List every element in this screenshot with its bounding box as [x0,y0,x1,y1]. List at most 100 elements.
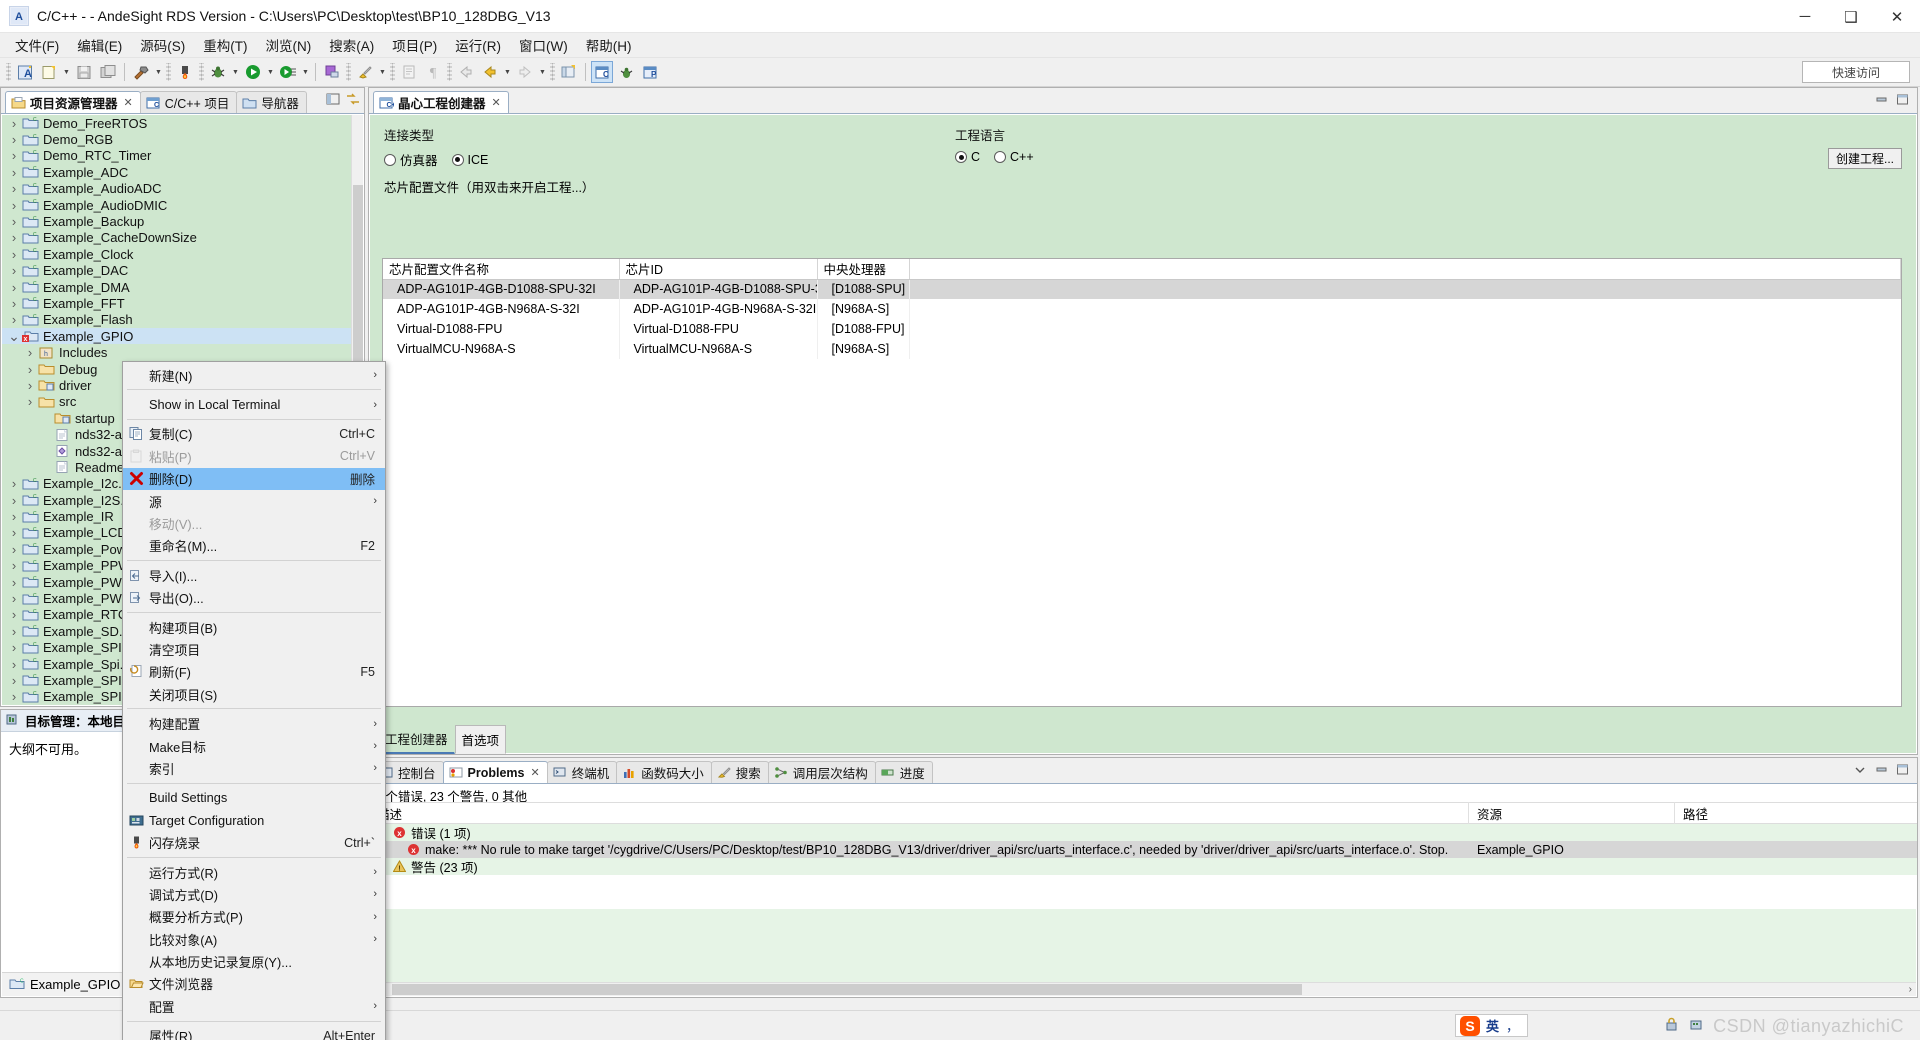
chevron-right-icon[interactable]: › [6,165,22,180]
back-history-icon[interactable] [455,61,477,83]
problems-group-row[interactable]: ⌄x错误 (1 项) [369,824,1917,841]
context-menu-item[interactable]: 关闭项目(S) [123,683,385,705]
close-icon[interactable]: ✕ [492,96,501,109]
context-menu-item[interactable]: 新建(N) › [123,364,385,386]
tab-cpp-projects[interactable]: C C/C++ 项目 [139,91,238,113]
context-menu-item[interactable]: 比较对象(A) › [123,928,385,950]
chevron-right-icon[interactable]: › [6,542,22,557]
bottom-tab-project-creator[interactable]: 工程创建器 [378,724,455,754]
quick-access-field[interactable]: 快速访问 [1802,61,1910,83]
chevron-right-icon[interactable]: › [6,214,22,229]
ime-mode-label[interactable]: 英 [1486,1016,1499,1035]
context-menu-item[interactable]: 导出(O)... [123,587,385,609]
context-menu-item[interactable]: 构建配置 › [123,712,385,734]
context-menu-item[interactable]: 从本地历史记录复原(Y)... [123,950,385,972]
chevron-right-icon[interactable]: › [6,230,22,245]
perspective-profiling-icon[interactable]: P [639,61,661,83]
chevron-right-icon[interactable]: › [6,198,22,213]
editor-minimize-icon[interactable] [1875,93,1888,109]
col-header-cpu[interactable]: 中央处理器 [817,259,910,280]
radio-language-c[interactable]: C [955,150,980,164]
menu-source[interactable]: 源码(S) [131,32,194,58]
tree-item[interactable]: › C Example_Clock [2,246,351,262]
chevron-right-icon[interactable]: › [6,116,22,131]
chevron-right-icon[interactable]: › [6,296,22,311]
chevron-right-icon[interactable]: › [6,181,22,196]
chevron-right-icon[interactable]: › [6,493,22,508]
chevron-right-icon[interactable]: › [6,591,22,606]
menu-window[interactable]: 窗口(W) [510,32,577,58]
tree-item[interactable]: › C Example_DMA [2,279,351,295]
chevron-right-icon[interactable]: › [6,624,22,639]
scroll-right-icon[interactable]: › [1909,984,1912,995]
debug-bug-icon[interactable] [207,61,229,83]
radio-ice[interactable]: ICE [451,153,488,167]
open-perspective-icon[interactable] [558,61,580,83]
context-menu-item[interactable]: 闪存烧录 Ctrl+` [123,831,385,853]
flash-burn-toolbar-icon[interactable] [174,61,196,83]
tree-item[interactable]: › C Example_Backup [2,213,351,229]
toolbar-drag-handle-2[interactable] [166,63,171,81]
context-menu-item[interactable]: 属性(R) Alt+Enter [123,1025,385,1040]
close-icon[interactable]: ✕ [124,96,133,109]
context-menu-item[interactable]: 索引 › [123,757,385,779]
chevron-right-icon[interactable]: › [6,247,22,262]
new-file-dropdown-icon[interactable]: ▼ [61,61,72,83]
ime-indicator[interactable]: S 英 ， [1455,1014,1529,1037]
tab-problems[interactable]: Problems ✕ [442,761,548,783]
minimize-button[interactable]: ─ [1782,0,1828,33]
chevron-right-icon[interactable]: › [6,640,22,655]
chevron-right-icon[interactable]: › [6,525,22,540]
problems-view-menu-icon[interactable] [1854,763,1867,779]
toolbar-drag-handle-3[interactable] [199,63,204,81]
context-menu-item[interactable]: 构建项目(B) [123,616,385,638]
context-menu-item[interactable]: 概要分析方式(P) › [123,906,385,928]
chip-config-table-wrap[interactable]: 芯片配置文件名称 芯片ID 中央处理器 ADP-AG101P-4GB-D1088… [382,258,1902,707]
col-description[interactable]: 描述 [369,802,1469,824]
debug-dropdown-icon[interactable]: ▼ [230,61,241,83]
tab-project-creator[interactable]: C++ 晶心工程创建器 ✕ [373,91,509,113]
editor-maximize-icon[interactable] [1896,93,1909,109]
context-menu-item[interactable]: 复制(C) Ctrl+C [123,423,385,445]
tree-item[interactable]: › C Example_AudioADC [2,181,351,197]
table-row[interactable]: VirtualMCU-N968A-S VirtualMCU-N968A-S [N96… [383,339,1901,359]
new-wizard-icon[interactable]: A [14,61,36,83]
chevron-right-icon[interactable]: › [6,607,22,622]
menu-navigate[interactable]: 浏览(N) [257,32,321,58]
tab-终端机[interactable]: 终端机 [546,761,618,783]
context-menu-item[interactable]: 刷新(F) F5 [123,661,385,683]
chevron-right-icon[interactable]: › [6,312,22,327]
next-icon[interactable] [514,61,536,83]
tree-item[interactable]: › C Demo_RTC_Timer [2,148,351,164]
context-menu-item[interactable]: 文件浏览器 [123,973,385,995]
perspective-cpp-icon[interactable]: C [591,61,613,83]
run-history-icon[interactable] [277,61,299,83]
chevron-right-icon[interactable]: › [6,558,22,573]
context-menu-item[interactable]: 清空项目 [123,638,385,660]
perspective-debug-icon[interactable] [615,61,637,83]
col-path[interactable]: 路径 [1675,802,1915,824]
build-hammer-icon[interactable] [130,61,152,83]
toolbar-drag-handle-4[interactable] [346,63,351,81]
problems-item-row[interactable]: x make: *** No rule to make target '/cygd… [369,841,1917,858]
tree-item[interactable]: › C Demo_FreeRTOS [2,115,351,131]
menu-project[interactable]: 项目(P) [383,32,446,58]
search-toolbar-icon[interactable] [354,61,376,83]
chevron-down-icon[interactable]: ⌄ [6,329,22,343]
link-with-editor-icon[interactable] [346,92,360,109]
context-menu-item[interactable]: 调试方式(D) › [123,883,385,905]
problems-group-row[interactable]: ›! 警告 (23 项) [369,858,1917,875]
run-history-dropdown-icon[interactable]: ▼ [300,61,311,83]
network-icon[interactable] [1689,1017,1705,1035]
chevron-right-icon[interactable]: › [22,345,38,360]
chevron-right-icon[interactable]: › [6,689,22,704]
menu-file[interactable]: 文件(F) [6,32,68,58]
table-row[interactable]: ADP-AG101P-4GB-N968A-S-32I ADP-AG101P-4GB… [383,299,1901,319]
chevron-right-icon[interactable]: › [22,378,38,393]
toolbar-drag-handle-5[interactable] [390,63,395,81]
close-button[interactable]: ✕ [1874,0,1920,33]
new-file-icon[interactable] [38,61,60,83]
chevron-right-icon[interactable]: › [6,509,22,524]
menu-edit[interactable]: 编辑(E) [68,32,131,58]
tab-函数码大小[interactable]: 函数码大小 [616,761,712,783]
